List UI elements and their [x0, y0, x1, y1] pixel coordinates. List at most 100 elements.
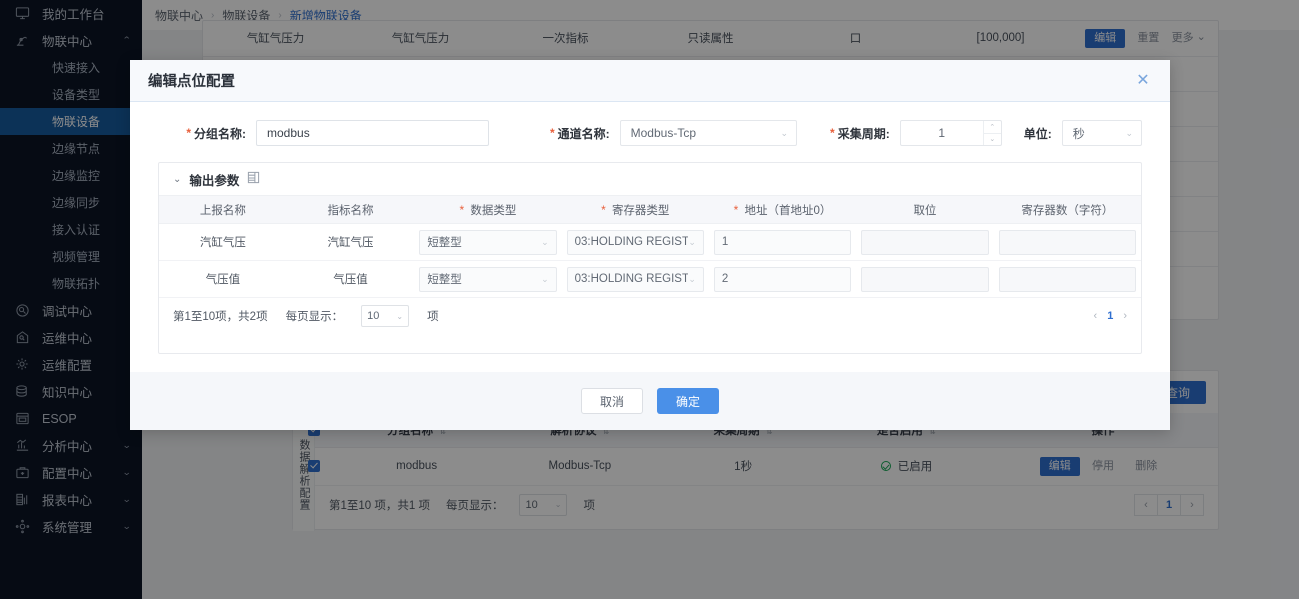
required-mark: * — [186, 126, 191, 140]
edit-point-config-dialog: 编辑点位配置 ✕ * 分组名称: * 通道名称: Modbus-Tcp ⌄ — [130, 60, 1170, 430]
panel-prev-page-button[interactable]: ‹ — [1094, 310, 1098, 322]
chevron-down-icon: ⌄ — [688, 236, 696, 247]
column-label: 指标名称 — [327, 204, 374, 217]
column-label: 地址（首地址0） — [744, 204, 832, 217]
unit-label: 单位: — [1002, 125, 1062, 142]
panel-next-page-button[interactable]: › — [1123, 310, 1127, 322]
cell-report-name: 汽缸气压 — [159, 223, 287, 261]
close-icon[interactable]: ✕ — [1134, 72, 1152, 89]
group-name-label: * 分组名称: — [158, 125, 256, 142]
panel-page-1-button[interactable]: 1 — [1107, 310, 1113, 322]
register-type-value: 03:HOLDING REGISTE — [574, 236, 689, 248]
panel-per-page-unit: 项 — [427, 311, 439, 323]
address-input[interactable]: 2 — [713, 266, 852, 292]
table-header-row: 上报名称 指标名称 * 数据类型 * 寄存器类型 * 地址（首地址0） 取位 寄… — [159, 195, 1141, 224]
bit-input[interactable] — [861, 229, 989, 255]
app-root: 我的工作台 物联中心 ⌃ 快速接入 设备类型 物联设备 边缘节点 边缘监控 边缘… — [0, 0, 1299, 599]
panel-pager-summary: 第1至10项，共2项 — [173, 311, 268, 323]
channel-name-label: * 通道名称: — [489, 125, 619, 142]
chevron-down-icon[interactable]: ⌄ — [173, 174, 181, 185]
panel-per-page-label: 每页显示： — [285, 311, 344, 323]
cell-data-type: 短整型 ⌄ — [414, 260, 562, 298]
required-mark: * — [549, 126, 555, 140]
stepper-down-icon[interactable]: ⌄ — [984, 134, 1001, 146]
panel-per-page-select[interactable]: 10 ⌄ — [361, 305, 410, 327]
column-data-type: * 数据类型 — [414, 195, 562, 224]
column-address: * 地址（首地址0） — [708, 195, 857, 224]
cell-metric-name: 气压值 — [286, 260, 415, 298]
column-report-name: 上报名称 — [159, 195, 287, 224]
group-name-input[interactable] — [256, 120, 490, 146]
register-count-input[interactable] — [998, 229, 1136, 255]
period-stepper[interactable]: 1 ⌃ ⌄ — [899, 120, 1002, 146]
form-row-top: * 分组名称: * 通道名称: Modbus-Tcp ⌄ * 采集周期: — [158, 120, 1142, 146]
table-columns-icon[interactable] — [247, 171, 260, 187]
stepper-buttons[interactable]: ⌃ ⌄ — [982, 121, 1001, 146]
chevron-down-icon: ⌄ — [541, 236, 549, 247]
column-bit: 取位 — [856, 195, 994, 224]
data-type-select[interactable]: 短整型 ⌄ — [419, 229, 557, 255]
column-label: 寄存器类型 — [611, 204, 670, 217]
dialog-body: * 分组名称: * 通道名称: Modbus-Tcp ⌄ * 采集周期: — [130, 102, 1170, 392]
bit-input[interactable] — [861, 266, 989, 292]
cell-address: 1 — [708, 223, 857, 261]
label-text: 通道名称: — [557, 126, 610, 141]
channel-name-select[interactable]: Modbus-Tcp ⌄ — [619, 120, 798, 146]
period-label: * 采集周期: — [797, 125, 900, 142]
chevron-down-icon: ⌄ — [1125, 127, 1133, 138]
dialog-header: 编辑点位配置 ✕ — [130, 60, 1170, 102]
cell-register-count — [993, 260, 1141, 298]
register-type-value: 03:HOLDING REGISTE — [574, 273, 689, 285]
required-mark: * — [601, 202, 606, 217]
output-params-table: 上报名称 指标名称 * 数据类型 * 寄存器类型 * 地址（首地址0） 取位 寄… — [159, 195, 1141, 298]
cell-bit — [856, 260, 994, 298]
chevron-down-icon: ⌄ — [396, 311, 404, 321]
cell-register-count — [993, 223, 1141, 261]
table-row: 气压值 气压值 短整型 ⌄ 03:HOLDING REGISTE ⌄ 2 — [159, 260, 1141, 298]
cancel-button[interactable]: 取消 — [580, 388, 643, 414]
label-text: 单位: — [1023, 126, 1052, 141]
stepper-up-icon[interactable]: ⌃ — [983, 121, 1001, 134]
register-count-input[interactable] — [998, 266, 1136, 292]
cell-register-type: 03:HOLDING REGISTE ⌄ — [561, 260, 709, 298]
cell-data-type: 短整型 ⌄ — [414, 223, 562, 261]
data-type-value: 短整型 — [427, 274, 462, 286]
panel-header[interactable]: ⌄ 输出参数 — [159, 163, 1141, 195]
column-register-count: 寄存器数（字符） — [993, 195, 1141, 224]
unit-value: 秒 — [1072, 126, 1085, 141]
data-type-select[interactable]: 短整型 ⌄ — [419, 266, 557, 292]
cell-register-type: 03:HOLDING REGISTE ⌄ — [561, 223, 709, 261]
cell-report-name: 气压值 — [159, 260, 287, 298]
output-params-panel: ⌄ 输出参数 上报名称 指标名称 * 数据类型 * 寄存器类型 * 地址（首地址… — [158, 162, 1142, 354]
column-label: 取位 — [913, 204, 937, 217]
period-value: 1 — [938, 126, 946, 140]
panel-per-page-value: 10 — [367, 310, 380, 322]
label-text: 采集周期: — [837, 126, 890, 141]
chevron-down-icon: ⌄ — [780, 127, 789, 138]
column-label: 数据类型 — [470, 204, 517, 217]
panel-pagination: ‹ 1 › — [1094, 310, 1127, 322]
label-text: 分组名称: — [194, 126, 246, 141]
channel-name-value: Modbus-Tcp — [630, 126, 696, 140]
column-metric-name: 指标名称 — [286, 195, 415, 224]
column-register-type: * 寄存器类型 — [561, 195, 709, 224]
address-value: 2 — [721, 273, 729, 285]
cell-bit — [856, 223, 994, 261]
address-input[interactable]: 1 — [713, 229, 852, 255]
data-type-value: 短整型 — [427, 237, 462, 249]
column-label: 上报名称 — [199, 204, 246, 217]
required-mark: * — [830, 126, 835, 140]
unit-select[interactable]: 秒 ⌄ — [1061, 120, 1142, 146]
column-label: 寄存器数（字符） — [1021, 204, 1114, 217]
dialog-footer: 取消 确定 — [130, 372, 1170, 430]
register-type-select[interactable]: 03:HOLDING REGISTE ⌄ — [566, 266, 704, 292]
confirm-button[interactable]: 确定 — [657, 388, 720, 414]
register-type-select[interactable]: 03:HOLDING REGISTE ⌄ — [566, 229, 704, 255]
required-mark: * — [459, 202, 465, 217]
cell-metric-name: 汽缸气压 — [286, 223, 415, 261]
address-value: 1 — [721, 236, 729, 248]
required-mark: * — [733, 202, 739, 217]
chevron-down-icon: ⌄ — [688, 273, 696, 284]
panel-title: 输出参数 — [189, 173, 240, 188]
table-row: 汽缸气压 汽缸气压 短整型 ⌄ 03:HOLDING REGISTE ⌄ 1 — [159, 223, 1141, 261]
